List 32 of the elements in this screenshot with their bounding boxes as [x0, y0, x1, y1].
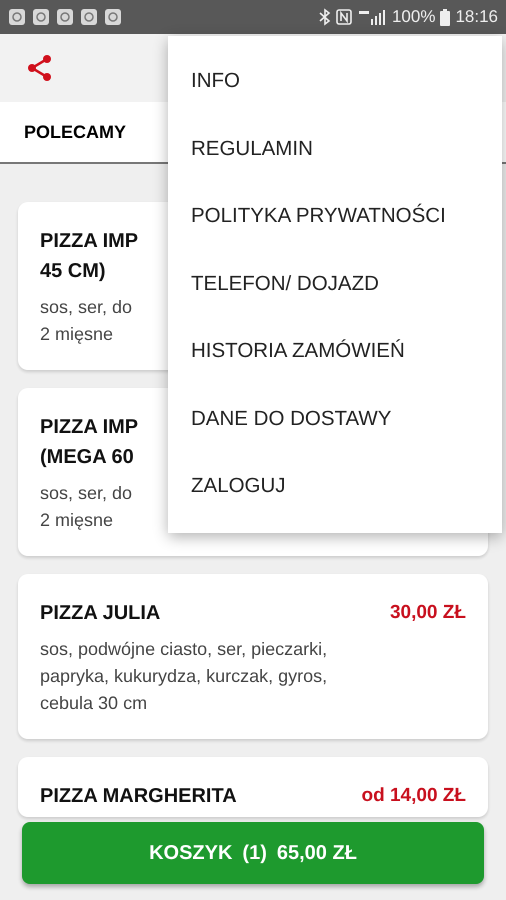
product-card[interactable]: PIZZA JULIA 30,00 ZŁ sos, podwójne ciasto, ser, pieczarki, papryka, kukurydza, kurczak, gyros, cebula 30 cm: [18, 574, 488, 739]
menu-item[interactable]: REGULAMIN: [168, 116, 502, 183]
menu-item[interactable]: INFO: [168, 48, 502, 116]
product-price: 30,00 ZŁ: [390, 601, 466, 625]
menu-item[interactable]: HISTORIA ZAMÓWIEŃ: [168, 318, 502, 386]
product-title: PIZZA IMP (MEGA 60: [40, 415, 138, 470]
menu-item[interactable]: DANE DO DOSTAWY: [168, 386, 502, 453]
notification-icon: [80, 8, 98, 26]
battery-icon: [440, 8, 450, 26]
signal-icon: [356, 9, 387, 25]
notification-icon: [56, 8, 74, 26]
nfc-icon: [336, 9, 352, 25]
notification-icon: [8, 8, 26, 26]
product-card[interactable]: PIZZA MARGHERITA od 14,00 ZŁ: [18, 757, 488, 817]
bluetooth-icon: [318, 8, 331, 26]
product-title: PIZZA IMP 45 CM): [40, 229, 138, 284]
tab[interactable]: POLECAMY: [0, 102, 150, 162]
menu-item[interactable]: TELEFON/ DOJAZD: [168, 250, 502, 318]
product-title: PIZZA JULIA: [40, 601, 160, 626]
product-title: PIZZA MARGHERITA: [40, 784, 237, 809]
product-price: od 14,00 ZŁ: [361, 784, 466, 808]
notification-icon: [32, 8, 50, 26]
cart-button[interactable]: KOSZYK (1) 65,00 ZŁ: [22, 822, 484, 884]
product-description: sos, ser, do 2 mięsne: [40, 482, 132, 532]
menu-item[interactable]: POLITYKA PRYWATNOŚCI: [168, 183, 502, 250]
clock: 18:16: [455, 6, 498, 28]
menu-item[interactable]: ZALOGUJ: [168, 453, 502, 520]
share-icon[interactable]: [26, 54, 54, 82]
notification-icon: [104, 8, 122, 26]
product-description: sos, ser, do 2 mięsne: [40, 296, 132, 346]
product-description: sos, podwójne ciasto, ser, pieczarki, papryka, kukurydza, kurczak, gyros, cebula 30 cm: [40, 638, 328, 715]
battery-percentage: 100%: [392, 6, 436, 28]
